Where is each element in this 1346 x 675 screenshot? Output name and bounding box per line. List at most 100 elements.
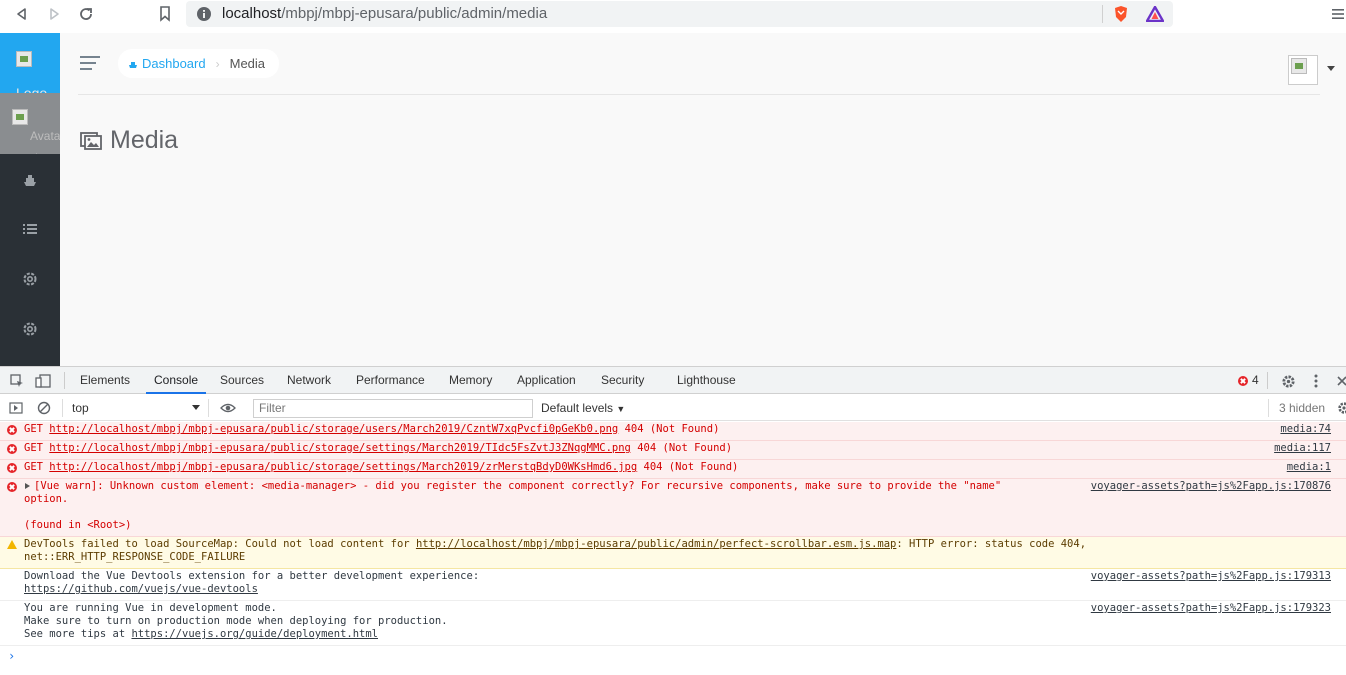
inspect-icon[interactable] [7,371,27,391]
list-icon[interactable] [20,219,40,239]
brave-rewards-icon[interactable] [1145,4,1165,24]
message-link[interactable]: http://localhost/mbpj/mbpj-epusara/publi… [416,538,896,550]
top-navbar: Dashboard › Media [78,33,1335,95]
message-text-2: option. [24,493,69,505]
message-text: Download the Vue Devtools extension for … [24,570,480,582]
sidebar: Logo Avatar avatar [0,33,60,366]
message-link[interactable]: https://vuejs.org/guide/deployment.html [131,628,378,640]
message-link[interactable]: http://localhost/mbpj/mbpj-epusara/publi… [49,423,618,435]
broken-image-icon [12,109,28,125]
sidebar-logo[interactable]: Logo [0,33,60,93]
message-text: GET http://localhost/mbpj/mbpj-epusara/p… [24,461,738,474]
tab-sources[interactable]: Sources [220,367,264,394]
message-prefix: GET [24,442,50,454]
tools-icon[interactable] [20,319,40,339]
message-text-3: See more tips at https://vuejs.org/guide… [24,628,378,641]
caret-down-icon: ▼ [616,404,626,414]
back-icon[interactable] [12,4,32,24]
message-link[interactable]: http://localhost/mbpj/mbpj-epusara/publi… [49,461,637,473]
clear-console-icon[interactable] [34,398,54,418]
message-text-2: net::ERR_HTTP_RESPONSE_CODE_FAILURE [24,551,246,563]
breadcrumb-dashboard[interactable]: Dashboard [128,56,206,71]
tab-elements[interactable]: Elements [80,367,130,394]
message-text: GET http://localhost/mbpj/mbpj-epusara/p… [24,423,719,436]
divider [1102,5,1103,23]
close-icon[interactable] [1332,371,1346,391]
menu-icon[interactable] [1328,4,1346,24]
message-source-link[interactable]: voyager-assets?path=js%2Fapp.js:179313 [1091,570,1331,583]
reload-icon[interactable] [76,4,96,24]
error-count-badge[interactable]: 4 [1252,367,1259,394]
tab-lighthouse[interactable]: Lighthouse [677,367,736,394]
divider [1268,399,1269,417]
devtools-tabs: Elements Console Sources Network Perform… [0,367,1346,394]
breadcrumb-dashboard-label[interactable]: Dashboard [142,56,206,71]
message-prefix: GET [24,461,50,473]
gear-icon[interactable] [1334,398,1346,418]
tab-console[interactable]: Console [146,367,207,394]
more-vert-icon[interactable] [1306,371,1326,391]
message-prefix: GET [24,423,50,435]
message-source-link[interactable]: voyager-assets?path=js%2Fapp.js:179323 [1091,602,1331,615]
error-icon [7,425,17,435]
levels-dropdown[interactable]: Default levels ▼ [541,401,625,415]
tab-security[interactable]: Security [601,367,644,394]
boat-icon[interactable] [20,170,40,190]
tab-performance[interactable]: Performance [356,367,425,394]
avatar-alt-text-2: avatar [12,150,51,154]
sidebar-avatar[interactable]: Avatar avatar [0,93,60,154]
message-source-link[interactable]: voyager-assets?path=js%2Fapp.js:170876 [1091,480,1331,493]
info-icon[interactable] [194,4,214,24]
error-icon [7,444,17,454]
message-link[interactable]: http://localhost/mbpj/mbpj-epusara/publi… [49,442,631,454]
hamburger-icon[interactable] [80,56,100,70]
divider [1267,372,1268,389]
message-prefix: See more tips at [24,628,132,640]
tab-application[interactable]: Application [517,367,576,394]
images-icon [80,131,102,150]
expand-triangle-icon[interactable] [25,483,30,489]
user-avatar[interactable] [1288,55,1318,85]
eye-icon[interactable] [218,398,238,418]
error-icon [7,482,17,492]
message-text: DevTools failed to load SourceMap: Could… [24,538,1086,551]
message-source-link[interactable]: media:74 [1280,423,1331,436]
settings-icon[interactable] [20,269,40,289]
page-heading: Media [80,126,178,155]
boat-icon [129,61,137,68]
divider [64,372,65,389]
device-toggle-icon[interactable] [33,371,53,391]
admin-page: Logo Avatar avatar Dashboard [0,33,1346,366]
error-icon [1238,376,1248,386]
tab-memory[interactable]: Memory [449,367,492,394]
message-suffix: 404 (Not Found) [630,442,733,454]
forward-icon[interactable] [44,4,64,24]
page-title: Media [110,126,179,154]
url-text[interactable]: localhost/mbpj/mbpj-epusara/public/admin… [222,5,547,22]
message-source-link[interactable]: media:1 [1287,461,1331,474]
bookmark-icon[interactable] [155,4,175,24]
gear-icon[interactable] [1278,371,1298,391]
breadcrumb: Dashboard › Media [118,49,280,78]
divider [208,399,209,417]
caret-down-icon[interactable] [192,405,200,410]
logo-alt-text: Logo [16,85,48,93]
message-link[interactable]: https://github.com/vuejs/vue-devtools [24,583,258,596]
breadcrumb-current: Media [229,56,266,71]
console-message-error: GET http://localhost/mbpj/mbpj-epusara/p… [0,441,1346,460]
caret-down-icon[interactable] [1327,66,1335,71]
tab-network[interactable]: Network [287,367,331,394]
devtools-panel: Elements Console Sources Network Perform… [0,366,1346,675]
message-source-link[interactable]: media:117 [1274,442,1331,455]
filter-input[interactable]: Filter [253,399,533,418]
message-suffix: 404 (Not Found) [637,461,739,473]
console-toolbar: top Filter Default levels ▼ 3 hidden [0,395,1346,421]
brave-shield-icon[interactable] [1111,4,1131,24]
message-prefix: DevTools failed to load SourceMap: Could… [24,538,416,550]
sidebar-toggle-icon[interactable] [6,398,26,418]
context-select[interactable]: top [72,401,89,415]
console-message-error: GET http://localhost/mbpj/mbpj-epusara/p… [0,460,1346,479]
message-text-3: (found in <Root>) [24,519,132,531]
console-prompt[interactable]: › [8,649,15,663]
message-text: [Vue warn]: Unknown custom element: <med… [34,480,1002,492]
